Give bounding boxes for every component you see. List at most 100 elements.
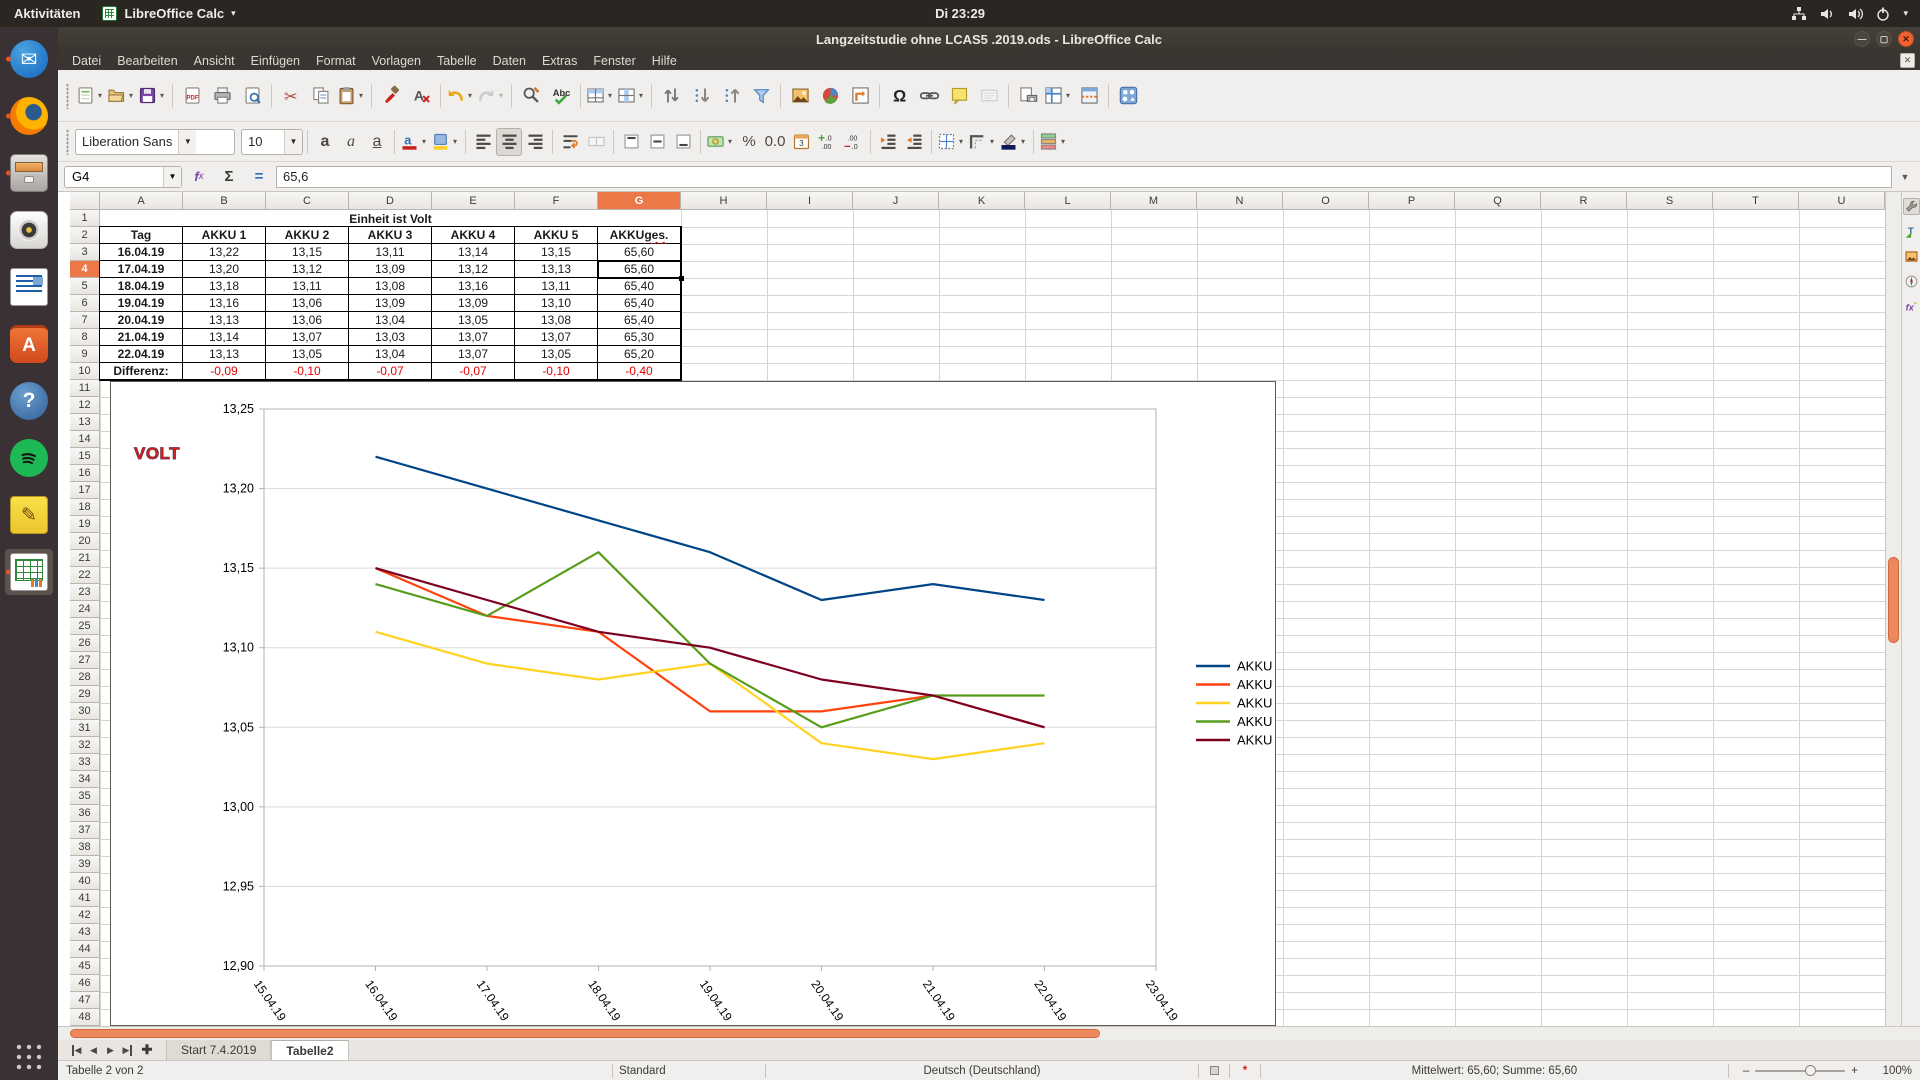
menu-daten[interactable]: Daten	[485, 52, 534, 70]
column-header-C[interactable]: C	[266, 192, 349, 210]
autofilter-button[interactable]	[746, 80, 776, 112]
align-bottom-button[interactable]	[670, 128, 696, 156]
table-cell[interactable]: 13,07	[266, 329, 349, 346]
dock-thunderbird[interactable]: ✉	[5, 36, 53, 82]
table-cell[interactable]: 13,05	[266, 346, 349, 363]
toolbar-grip[interactable]	[66, 129, 69, 155]
row-header-19[interactable]: 19	[70, 516, 100, 533]
column-header-S[interactable]: S	[1627, 192, 1713, 210]
wrap-text-button[interactable]	[557, 128, 583, 156]
open-file-button[interactable]: ▾	[106, 80, 137, 112]
zoom-in-icon[interactable]: +	[1851, 1065, 1858, 1077]
row-header-43[interactable]: 43	[70, 924, 100, 941]
column-header-T[interactable]: T	[1713, 192, 1799, 210]
add-sheet-icon[interactable]: ✚	[136, 1040, 158, 1060]
dock-spotify[interactable]	[5, 435, 53, 481]
name-box[interactable]: G4 ▼	[64, 166, 182, 188]
export-pdf-button[interactable]: PDF	[177, 80, 207, 112]
row-header-6[interactable]: 6	[70, 295, 100, 312]
paste-button[interactable]: ▾	[336, 80, 367, 112]
table-cell[interactable]: 13,07	[432, 329, 515, 346]
table-cell[interactable]: 21.04.19	[100, 329, 183, 346]
header-cell[interactable]: Tag	[100, 227, 183, 244]
row-header-33[interactable]: 33	[70, 754, 100, 771]
column-header-P[interactable]: P	[1369, 192, 1455, 210]
menu-extras[interactable]: Extras	[534, 52, 585, 70]
menu-einfügen[interactable]: Einfügen	[243, 52, 308, 70]
row-header-11[interactable]: 11	[70, 380, 100, 397]
table-cell[interactable]: 13,16	[183, 295, 266, 312]
row-header-47[interactable]: 47	[70, 992, 100, 1009]
special-character-button[interactable]: Ω	[884, 80, 914, 112]
row-header-18[interactable]: 18	[70, 499, 100, 516]
row-header-23[interactable]: 23	[70, 584, 100, 601]
zoom-slider-thumb[interactable]	[1805, 1065, 1816, 1076]
merge-cells-button[interactable]	[583, 128, 609, 156]
dock-file-cabinet[interactable]	[5, 150, 53, 196]
row-header-38[interactable]: 38	[70, 839, 100, 856]
row-header-29[interactable]: 29	[70, 686, 100, 703]
function-wizard-icon[interactable]: fx	[186, 165, 212, 189]
font-name-combo[interactable]: Liberation Sans ▼	[75, 129, 235, 155]
sidebar-tab-navigator[interactable]	[1903, 273, 1920, 290]
table-cell[interactable]: -0,10	[266, 363, 349, 380]
row-header-28[interactable]: 28	[70, 669, 100, 686]
font-color-button[interactable]: a▾	[399, 128, 430, 156]
formula-input[interactable]	[276, 166, 1892, 188]
save-button[interactable]: ▾	[137, 80, 168, 112]
header-cell[interactable]: AKKU 2	[266, 227, 349, 244]
row-header-42[interactable]: 42	[70, 907, 100, 924]
table-cell[interactable]: 13,04	[349, 346, 432, 363]
table-cell[interactable]: 13,05	[432, 312, 515, 329]
row-header-39[interactable]: 39	[70, 856, 100, 873]
previous-sheet-icon[interactable]: ◀	[85, 1040, 102, 1060]
toolbar-grip[interactable]	[66, 83, 69, 109]
zoom-level[interactable]: 100%	[1866, 1065, 1912, 1077]
table-cell[interactable]: 13,20	[183, 261, 266, 278]
sidebar-tab-styles[interactable]: T	[1903, 223, 1920, 240]
insert-image-button[interactable]	[785, 80, 815, 112]
row-header-10[interactable]: 10	[70, 363, 100, 380]
add-decimal-button[interactable]: +.0.00	[814, 128, 840, 156]
row-header-35[interactable]: 35	[70, 788, 100, 805]
menu-fenster[interactable]: Fenster	[585, 52, 643, 70]
table-title[interactable]: Einheit ist Volt	[100, 210, 681, 227]
percent-format-button[interactable]: %	[736, 128, 762, 156]
font-size-combo[interactable]: 10 ▼	[241, 129, 303, 155]
last-sheet-icon[interactable]: ▶	[119, 1040, 136, 1060]
table-cell[interactable]: 13,08	[515, 312, 598, 329]
row-header-25[interactable]: 25	[70, 618, 100, 635]
page-style[interactable]: Standard	[619, 1065, 759, 1077]
sort-button[interactable]	[656, 80, 686, 112]
row-header-30[interactable]: 30	[70, 703, 100, 720]
table-cell[interactable]: 13,13	[515, 261, 598, 278]
decrease-indent-button[interactable]	[901, 128, 927, 156]
italic-button[interactable]: a	[338, 128, 364, 156]
row-header-12[interactable]: 12	[70, 397, 100, 414]
insert-hyperlink-button[interactable]	[914, 80, 944, 112]
insert-text-box-button[interactable]	[974, 80, 1004, 112]
row-header-15[interactable]: 15	[70, 448, 100, 465]
window-titlebar[interactable]: Langzeitstudie ohne LCAS5 .2019.ods - Li…	[58, 27, 1920, 52]
menu-vorlagen[interactable]: Vorlagen	[364, 52, 429, 70]
column-header-U[interactable]: U	[1799, 192, 1885, 210]
row-header-4[interactable]: 4	[70, 261, 100, 278]
clear-formatting-button[interactable]: A	[406, 80, 436, 112]
align-left-button[interactable]	[470, 128, 496, 156]
table-cell[interactable]: 65,20	[598, 346, 681, 363]
table-cell[interactable]: 13,15	[515, 244, 598, 261]
row-header-44[interactable]: 44	[70, 941, 100, 958]
row-header-32[interactable]: 32	[70, 737, 100, 754]
selection-summary[interactable]: Mittelwert: 65,60; Summe: 65,60	[1267, 1065, 1722, 1077]
table-cell[interactable]: 13,06	[266, 295, 349, 312]
table-cell[interactable]: 65,30	[598, 329, 681, 346]
conditional-formatting-button[interactable]: ▾	[1038, 128, 1069, 156]
spelling-button[interactable]: Abc	[546, 80, 576, 112]
column-header-K[interactable]: K	[939, 192, 1025, 210]
first-sheet-icon[interactable]: ◀	[68, 1040, 85, 1060]
row-header-36[interactable]: 36	[70, 805, 100, 822]
row-header-41[interactable]: 41	[70, 890, 100, 907]
align-center-button[interactable]	[496, 128, 522, 156]
row-header-40[interactable]: 40	[70, 873, 100, 890]
table-cell[interactable]: 13,14	[183, 329, 266, 346]
